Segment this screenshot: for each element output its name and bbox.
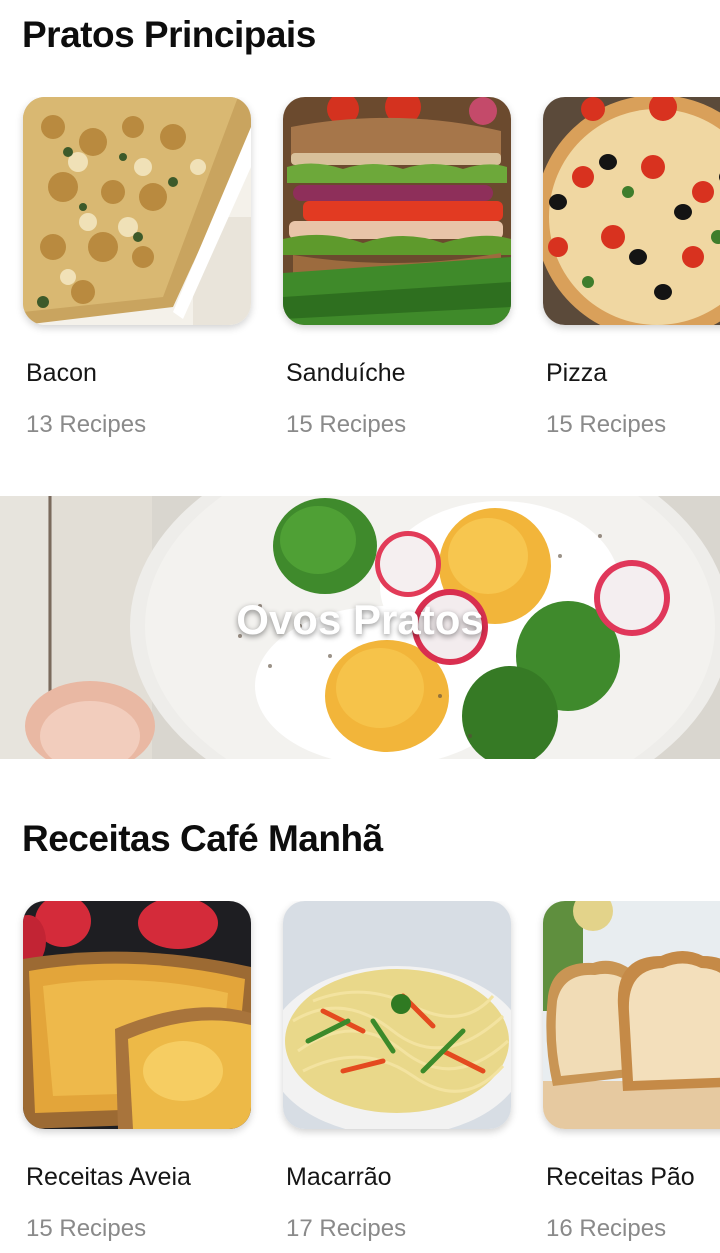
category-image-bread-recipes xyxy=(543,901,720,1129)
category-name: Receitas Pão xyxy=(546,1163,695,1191)
category-card-bacon[interactable]: Bacon 13 Recipes xyxy=(23,97,251,437)
recipe-count: 15 Recipes xyxy=(26,1215,147,1241)
featured-banner-eggs[interactable]: Ovos Pratos xyxy=(0,496,720,759)
category-row-breakfast[interactable]: Receitas Aveia 15 Recipes Macarrão 17 Re… xyxy=(0,901,720,1241)
recipe-count: 15 Recipes xyxy=(286,411,407,437)
category-card-pizza[interactable]: Pizza 15 Recipes xyxy=(543,97,720,437)
category-row-main-dishes[interactable]: Bacon 13 Recipes Sanduíche 15 Recipes Pi… xyxy=(0,97,720,437)
category-image-pizza xyxy=(543,97,720,325)
category-name: Sanduíche xyxy=(286,359,406,387)
category-image-pasta xyxy=(283,901,511,1129)
category-name: Receitas Aveia xyxy=(26,1163,191,1191)
section-title-breakfast: Receitas Café Manhã xyxy=(22,818,383,859)
category-card-bread-recipes[interactable]: Receitas Pão 16 Recipes xyxy=(543,901,720,1241)
category-name: Bacon xyxy=(26,359,97,387)
category-name: Macarrão xyxy=(286,1163,392,1191)
category-card-oat-recipes[interactable]: Receitas Aveia 15 Recipes xyxy=(23,901,251,1241)
category-image-bacon xyxy=(23,97,251,325)
category-image-sandwich xyxy=(283,97,511,325)
banner-title: Ovos Pratos xyxy=(236,596,484,643)
recipe-count: 13 Recipes xyxy=(26,411,147,437)
section-title-main-dishes: Pratos Principais xyxy=(22,14,316,55)
category-image-oat-recipes xyxy=(23,901,251,1129)
recipe-count: 17 Recipes xyxy=(286,1215,407,1241)
category-card-pasta[interactable]: Macarrão 17 Recipes xyxy=(283,901,511,1241)
recipe-count: 16 Recipes xyxy=(546,1215,667,1241)
category-card-sandwich[interactable]: Sanduíche 15 Recipes xyxy=(283,97,511,437)
category-name: Pizza xyxy=(546,359,608,387)
recipe-count: 15 Recipes xyxy=(546,411,667,437)
